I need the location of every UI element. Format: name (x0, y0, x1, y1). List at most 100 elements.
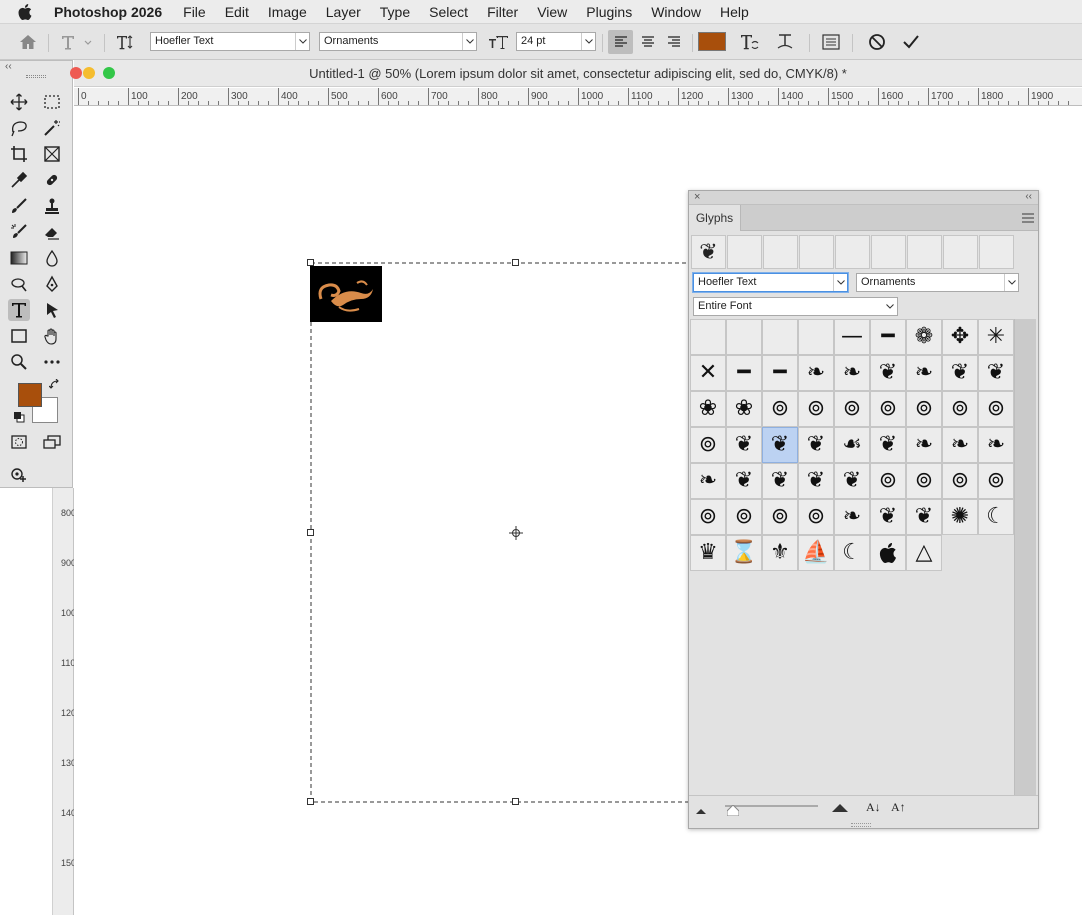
glyph-cell[interactable]: ⊚ (834, 391, 870, 427)
recent-glyph-cell[interactable]: ❦ (691, 235, 726, 269)
crop-tool-icon[interactable] (8, 143, 30, 165)
glyph-cell[interactable]: ❀ (726, 391, 762, 427)
glyph-cell[interactable]: ✕ (690, 355, 726, 391)
menu-select[interactable]: Select (429, 4, 468, 20)
text-on-path-icon[interactable] (773, 30, 797, 54)
glyph-cell[interactable]: ⊚ (798, 499, 834, 535)
glyph-cell[interactable]: ❦ (834, 463, 870, 499)
glyph-cell[interactable]: ❁ (906, 319, 942, 355)
glyph-show-select[interactable]: Entire Font (693, 297, 898, 316)
app-menu[interactable]: Photoshop 2026 (54, 4, 162, 20)
menu-view[interactable]: View (537, 4, 567, 20)
toolbox-grip[interactable] (26, 75, 46, 78)
eyedropper-tool-icon[interactable] (8, 169, 30, 191)
glyph-cell[interactable]: △ (906, 535, 942, 571)
type-tool-icon[interactable] (8, 299, 30, 321)
commit-edits-icon[interactable] (899, 30, 923, 54)
menu-window[interactable]: Window (651, 4, 701, 20)
brush-tool-icon[interactable] (8, 195, 30, 217)
quick-mask-icon[interactable] (8, 431, 30, 453)
history-brush-tool-icon[interactable] (8, 221, 30, 243)
glyph-cell[interactable]: ❧ (906, 355, 942, 391)
recent-glyph-cell[interactable] (979, 235, 1014, 269)
glyph-cell[interactable]: ⊚ (690, 499, 726, 535)
close-panel-icon[interactable]: × (694, 191, 700, 203)
glyph-font-style-select[interactable]: Ornaments (856, 273, 1019, 292)
glyph-grid-scrollbar[interactable] (1014, 319, 1036, 795)
glyph-cell[interactable]: ❧ (906, 427, 942, 463)
font-size-select[interactable]: 24 pt (516, 32, 596, 51)
transform-handle[interactable] (307, 529, 314, 536)
type-tool-preset-icon[interactable] (58, 30, 96, 54)
align-left-button[interactable] (608, 30, 633, 54)
ornament-glyph-text[interactable] (310, 266, 382, 322)
glyph-cell[interactable] (690, 319, 726, 355)
menu-help[interactable]: Help (720, 4, 749, 20)
swap-colors-icon[interactable] (48, 378, 61, 394)
glyph-cell[interactable]: ✳ (978, 319, 1014, 355)
recent-glyph-cell[interactable] (727, 235, 762, 269)
collapse-panel-icon[interactable]: ‹‹ (1025, 191, 1032, 202)
move-tool-icon[interactable] (8, 91, 30, 113)
glyph-cell[interactable]: ❧ (834, 355, 870, 391)
glyph-cell[interactable]: ❧ (798, 355, 834, 391)
transform-handle[interactable] (512, 259, 519, 266)
glyph-cell[interactable] (870, 535, 906, 571)
recent-glyph-cell[interactable] (835, 235, 870, 269)
edit-toolbar-icon[interactable] (8, 463, 30, 485)
hand-tool-icon[interactable] (41, 325, 63, 347)
healing-brush-tool-icon[interactable] (41, 169, 63, 191)
glyph-cell[interactable]: ❧ (690, 463, 726, 499)
glyph-cell[interactable]: ❦ (978, 355, 1014, 391)
glyph-cell[interactable]: ☙ (834, 427, 870, 463)
recent-glyph-cell[interactable] (907, 235, 942, 269)
menu-plugins[interactable]: Plugins (586, 4, 632, 20)
align-center-button[interactable] (635, 30, 660, 54)
glyph-cell[interactable] (762, 319, 798, 355)
glyph-cell[interactable]: ✺ (942, 499, 978, 535)
home-icon[interactable] (17, 30, 39, 54)
recent-glyph-cell[interactable] (943, 235, 978, 269)
glyph-cell[interactable]: ❦ (726, 463, 762, 499)
font-style-select[interactable]: Ornaments (319, 32, 477, 51)
magic-wand-tool-icon[interactable] (41, 117, 63, 139)
glyph-cell[interactable]: ❦ (870, 427, 906, 463)
glyph-cell[interactable]: ❀ (690, 391, 726, 427)
clone-stamp-tool-icon[interactable] (41, 195, 63, 217)
glyph-cell[interactable]: ❦ (762, 427, 798, 463)
glyph-cell[interactable]: ⊚ (978, 463, 1014, 499)
recent-glyph-cell[interactable] (871, 235, 906, 269)
transform-handle[interactable] (307, 798, 314, 805)
marquee-tool-icon[interactable] (41, 91, 63, 113)
glyph-cell[interactable]: ⊚ (906, 463, 942, 499)
glyph-cell[interactable]: ⊚ (726, 499, 762, 535)
glyph-cell[interactable]: ⊚ (870, 391, 906, 427)
panel-resize-grip[interactable] (851, 823, 871, 827)
collapse-toolbox-icon[interactable]: ‹‹ (5, 61, 12, 72)
glyph-cell[interactable]: ⊚ (798, 391, 834, 427)
glyph-cell[interactable]: ❦ (906, 499, 942, 535)
glyph-cell[interactable]: ⊚ (762, 391, 798, 427)
glyph-cell[interactable]: ━ (762, 355, 798, 391)
default-colors-icon[interactable] (13, 411, 25, 426)
recent-glyph-cell[interactable] (799, 235, 834, 269)
lasso-tool-icon[interactable] (8, 117, 30, 139)
decrease-size-icon[interactable]: A↓ (866, 800, 881, 815)
tab-glyphs[interactable]: Glyphs (689, 205, 741, 231)
eraser-tool-icon[interactable] (41, 221, 63, 243)
recent-glyph-cell[interactable] (763, 235, 798, 269)
glyph-cell[interactable]: ❧ (834, 499, 870, 535)
more-tools-icon[interactable] (41, 351, 63, 373)
glyph-cell[interactable]: ━ (726, 355, 762, 391)
foreground-color-swatch[interactable] (18, 383, 42, 407)
transform-handle[interactable] (512, 798, 519, 805)
glyph-cell[interactable]: ❦ (798, 463, 834, 499)
pen-tool-icon[interactable] (41, 273, 63, 295)
small-glyphs-icon[interactable] (695, 804, 707, 818)
menu-type[interactable]: Type (380, 4, 410, 20)
zoom-tool-icon[interactable] (8, 351, 30, 373)
glyph-cell[interactable]: ❦ (870, 355, 906, 391)
glyph-cell[interactable]: ⛵ (798, 535, 834, 571)
menu-layer[interactable]: Layer (326, 4, 361, 20)
glyph-cell[interactable]: ❦ (798, 427, 834, 463)
